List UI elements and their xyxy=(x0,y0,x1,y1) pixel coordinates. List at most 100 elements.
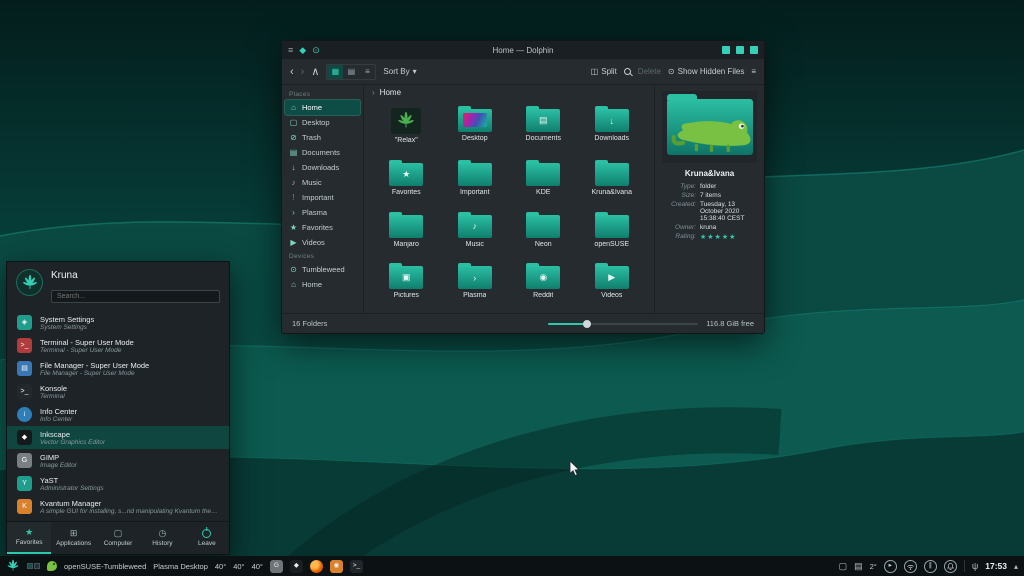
launcher-item-yast[interactable]: Y YaST Administrator Settings xyxy=(7,472,229,495)
window-menu-icon[interactable]: ≡ xyxy=(288,46,293,55)
icons-view-button[interactable]: ▦ xyxy=(327,65,343,79)
folder-name: Downloads xyxy=(594,135,629,142)
places-item-desktop[interactable]: ▢ Desktop xyxy=(285,115,360,130)
folder-item-manjaro[interactable]: Manjaro xyxy=(372,210,441,260)
tab-computer[interactable]: ▢ Computer xyxy=(96,522,140,554)
folder-item-opensuse[interactable]: openSUSE xyxy=(578,210,647,260)
folder-item-favorites[interactable]: ★ Favorites xyxy=(372,158,441,208)
launcher-item-kvantum[interactable]: K Kvantum Manager A simple GUI for insta… xyxy=(7,495,229,518)
folder-item-neon[interactable]: Neon xyxy=(509,210,578,260)
app-launcher-button[interactable] xyxy=(6,559,20,573)
folder-item-kruna-ivana[interactable]: Kruna&Ivana xyxy=(578,158,647,208)
place-label: Music xyxy=(302,178,322,187)
clock[interactable]: 17:53 xyxy=(985,561,1007,571)
folder-item-downloads[interactable]: ↓ Downloads xyxy=(578,104,647,156)
launcher-item-file-manager-su[interactable]: ▤ File Manager - Super User Mode File Ma… xyxy=(7,357,229,380)
launcher-item-konsole[interactable]: >_ Konsole Terminal xyxy=(7,380,229,403)
tab-favorites[interactable]: ★ Favorites xyxy=(7,522,51,554)
launcher-item-info-center[interactable]: i Info Center Info Center xyxy=(7,403,229,426)
folder-item-kde[interactable]: KDE xyxy=(509,158,578,208)
folder-icon xyxy=(389,215,423,238)
item-title: GIMP xyxy=(40,453,77,462)
breadcrumb-home[interactable]: Home xyxy=(380,88,401,97)
breadcrumb[interactable]: › Home xyxy=(364,85,654,100)
folder-item-pictures[interactable]: ▣ Pictures xyxy=(372,261,441,311)
launcher-item-system-settings[interactable]: ◈ System Settings System Settings xyxy=(7,311,229,334)
minimize-button[interactable] xyxy=(722,46,730,54)
kvantum-icon: K xyxy=(17,499,32,514)
places-item-documents[interactable]: ▤ Documents xyxy=(285,145,360,160)
back-button[interactable]: ‹ xyxy=(290,66,294,78)
tab-history[interactable]: ◷ History xyxy=(140,522,184,554)
up-button[interactable]: ∧ xyxy=(311,65,319,78)
launcher-item-gimp[interactable]: G GIMP Image Editor xyxy=(7,449,229,472)
virtual-desktop-pager[interactable] xyxy=(27,563,40,569)
devices-item-tumbleweed[interactable]: ⊙ Tumbleweed xyxy=(285,262,360,277)
clipboard-icon[interactable]: ▤ xyxy=(854,562,863,571)
places-item-music[interactable]: ♪ Music xyxy=(285,175,360,190)
places-item-trash[interactable]: ⊘ Trash xyxy=(285,130,360,145)
sort-by-button[interactable]: Sort By ▾ xyxy=(383,68,416,76)
folder-item-videos[interactable]: ▶ Videos xyxy=(578,261,647,311)
rating-stars[interactable]: ★★★★★ xyxy=(700,233,757,241)
slider-knob[interactable] xyxy=(583,320,591,328)
search-input[interactable] xyxy=(51,290,220,303)
folder-preview xyxy=(662,91,757,163)
firefox-icon[interactable] xyxy=(310,560,323,573)
folder-item-desktop[interactable]: Desktop xyxy=(441,104,510,156)
folder-item-important[interactable]: Important xyxy=(441,158,510,208)
places-item-plasma[interactable]: › Plasma xyxy=(285,205,360,220)
activity-label[interactable]: Plasma Desktop xyxy=(153,562,208,571)
download-emblem-icon: ↓ xyxy=(595,109,629,132)
places-item-home[interactable]: ⌂ Home xyxy=(285,100,360,115)
maximize-button[interactable] xyxy=(736,46,744,54)
gimp-icon[interactable]: G xyxy=(270,560,283,573)
usb-icon[interactable]: ψ xyxy=(972,562,978,571)
chevron-up-icon[interactable]: ▴ xyxy=(1014,562,1018,571)
file-item-relax[interactable]: "Relax" xyxy=(372,104,441,156)
user-avatar[interactable] xyxy=(16,269,43,296)
tab-label: History xyxy=(152,540,172,547)
inkscape-icon[interactable]: ◆ xyxy=(290,560,303,573)
details-view-button[interactable]: ≡ xyxy=(359,65,375,79)
tab-leave[interactable]: Leave xyxy=(185,522,229,554)
dolphin-titlebar[interactable]: ≡ ◆ ⊙ Home — Dolphin xyxy=(282,41,764,59)
okular-icon[interactable]: ◉ xyxy=(330,560,343,573)
show-hidden-files-button[interactable]: ⊙ Show Hidden Files xyxy=(668,68,744,76)
places-item-downloads[interactable]: ↓ Downloads xyxy=(285,160,360,175)
places-item-favorites[interactable]: ★ Favorites xyxy=(285,220,360,235)
launcher-item-terminal-su[interactable]: >_ Terminal - Super User Mode Terminal -… xyxy=(7,334,229,357)
weather-temp[interactable]: 2° xyxy=(870,562,877,571)
devices-item-home[interactable]: ⌂ Home xyxy=(285,277,360,292)
display-icon[interactable]: ▢ xyxy=(839,562,848,571)
forward-button[interactable]: › xyxy=(301,66,305,78)
folder-name: Reddit xyxy=(533,292,553,299)
pin-icon[interactable]: ◆ xyxy=(299,46,306,55)
compact-view-button[interactable]: ▤ xyxy=(343,65,359,79)
folder-item-music[interactable]: ♪ Music xyxy=(441,210,510,260)
split-button[interactable]: ◫ Split xyxy=(591,68,617,76)
places-item-important[interactable]: ! Important xyxy=(285,190,360,205)
picture-emblem-icon: ▣ xyxy=(389,266,423,289)
hamburger-menu-icon[interactable]: ≡ xyxy=(751,68,756,76)
keep-above-icon[interactable]: ⊙ xyxy=(312,46,320,55)
favorites-icon: ★ xyxy=(289,223,298,232)
network-icon[interactable] xyxy=(904,560,917,573)
board-temp: 40° xyxy=(252,562,263,571)
pause-icon[interactable]: ∥ xyxy=(924,560,937,573)
launcher-item-inkscape[interactable]: ◆ Inkscape Vector Graphics Editor xyxy=(7,426,229,449)
folder-item-plasma[interactable]: › Plasma xyxy=(441,261,510,311)
search-icon[interactable] xyxy=(624,68,631,75)
icon-size-slider[interactable] xyxy=(548,319,698,329)
media-player-icon[interactable]: ▸ xyxy=(884,560,897,573)
konsole-icon[interactable]: >_ xyxy=(350,560,363,573)
folder-item-documents[interactable]: ▤ Documents xyxy=(509,104,578,156)
close-button[interactable] xyxy=(750,46,758,54)
places-item-videos[interactable]: ▶ Videos xyxy=(285,235,360,250)
folder-item-reddit[interactable]: ◉ Reddit xyxy=(509,261,578,311)
folder-name: Manjaro xyxy=(394,241,419,248)
notifications-icon[interactable] xyxy=(944,560,957,573)
trash-icon: ⊘ xyxy=(289,133,298,142)
system-settings-icon: ◈ xyxy=(17,315,32,330)
tab-applications[interactable]: ⊞ Applications xyxy=(51,522,95,554)
